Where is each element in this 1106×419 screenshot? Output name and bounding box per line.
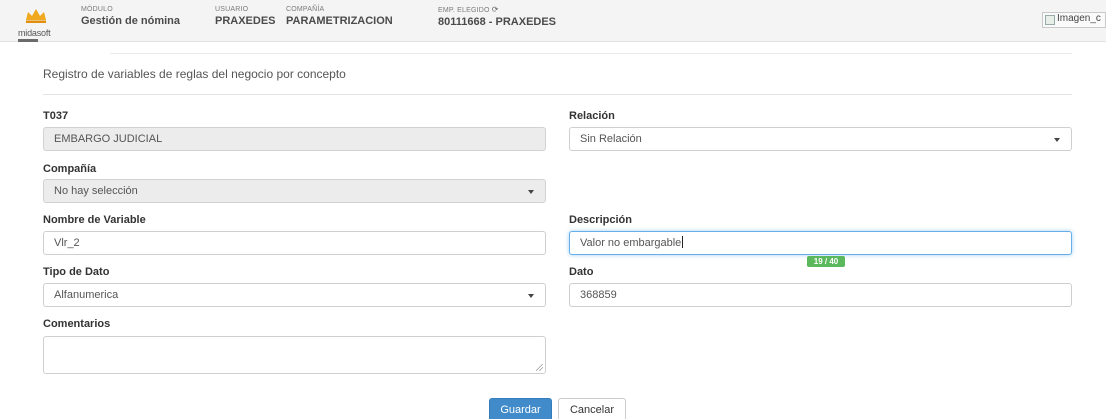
refresh-icon[interactable]: ⟳ xyxy=(492,5,499,14)
header-divider xyxy=(110,53,1072,54)
company-label: COMPAÑÍA xyxy=(286,6,325,13)
user-label: USUARIO xyxy=(215,6,249,13)
employee-value[interactable]: 80111668 - PRAXEDES xyxy=(438,15,556,30)
save-button[interactable]: Guardar xyxy=(489,398,552,419)
module-value[interactable]: Gestión de nómina xyxy=(81,14,180,29)
chevron-down-icon xyxy=(528,294,534,298)
page-title: Registro de variables de reglas del nego… xyxy=(43,67,346,81)
module-label: MÓDULO xyxy=(81,6,113,13)
data-type-label: Tipo de Dato xyxy=(43,266,110,278)
data-value: 368859 xyxy=(580,289,617,301)
chevron-down-icon xyxy=(528,190,534,194)
variable-name-value: Vlr_2 xyxy=(54,237,80,249)
concept-code-label: T037 xyxy=(43,110,69,122)
company-select-label: Compañía xyxy=(43,163,97,175)
relation-label: Relación xyxy=(569,110,615,122)
broken-image-alt: Imagen_c xyxy=(1057,13,1101,24)
data-type-value: Alfanumerica xyxy=(54,289,119,301)
module-info: MÓDULO Gestión de nómina xyxy=(81,5,180,29)
character-counter-badge: 19 / 40 xyxy=(807,256,845,267)
company-select[interactable]: No hay selección xyxy=(43,179,546,203)
user-value[interactable]: PRAXEDES xyxy=(215,14,276,29)
logo-text: midasoft xyxy=(18,28,51,38)
cancel-button[interactable]: Cancelar xyxy=(558,398,626,419)
variable-name-label: Nombre de Variable xyxy=(43,214,146,226)
data-value-label: Dato xyxy=(569,266,594,278)
description-input[interactable]: Valor no embargable xyxy=(569,231,1072,255)
concept-name-field: EMBARGO JUDICIAL xyxy=(43,127,546,151)
crown-logo-icon xyxy=(26,9,46,23)
data-type-select[interactable]: Alfanumerica xyxy=(43,283,546,307)
user-image[interactable]: Imagen_c xyxy=(1042,12,1106,28)
logo-underline xyxy=(18,39,38,42)
variable-name-input[interactable]: Vlr_2 xyxy=(43,231,546,255)
relation-select[interactable]: Sin Relación xyxy=(569,127,1072,151)
comments-textarea[interactable] xyxy=(43,336,546,374)
relation-value: Sin Relación xyxy=(580,133,642,145)
data-value-input[interactable]: 368859 xyxy=(569,283,1072,307)
chevron-down-icon xyxy=(1054,138,1060,142)
employee-info: EMP. ELEGIDO ⟳ 80111668 - PRAXEDES xyxy=(438,5,556,30)
broken-image-icon xyxy=(1045,15,1055,25)
description-value: Valor no embargable xyxy=(580,237,682,249)
concept-name-value: EMBARGO JUDICIAL xyxy=(54,133,163,145)
top-bar: midasoft MÓDULO Gestión de nómina USUARI… xyxy=(0,0,1106,42)
logo[interactable]: midasoft xyxy=(4,2,64,42)
description-label: Descripción xyxy=(569,214,632,226)
title-divider xyxy=(43,94,1072,95)
comments-label: Comentarios xyxy=(43,318,111,330)
company-select-value: No hay selección xyxy=(54,185,138,197)
resize-grip-icon[interactable] xyxy=(536,364,543,371)
user-info: USUARIO PRAXEDES xyxy=(215,5,276,29)
company-info: COMPAÑÍA PARAMETRIZACION xyxy=(286,5,393,29)
text-cursor xyxy=(682,236,684,248)
company-value[interactable]: PARAMETRIZACION xyxy=(286,14,393,29)
employee-label: EMP. ELEGIDO xyxy=(438,7,490,14)
